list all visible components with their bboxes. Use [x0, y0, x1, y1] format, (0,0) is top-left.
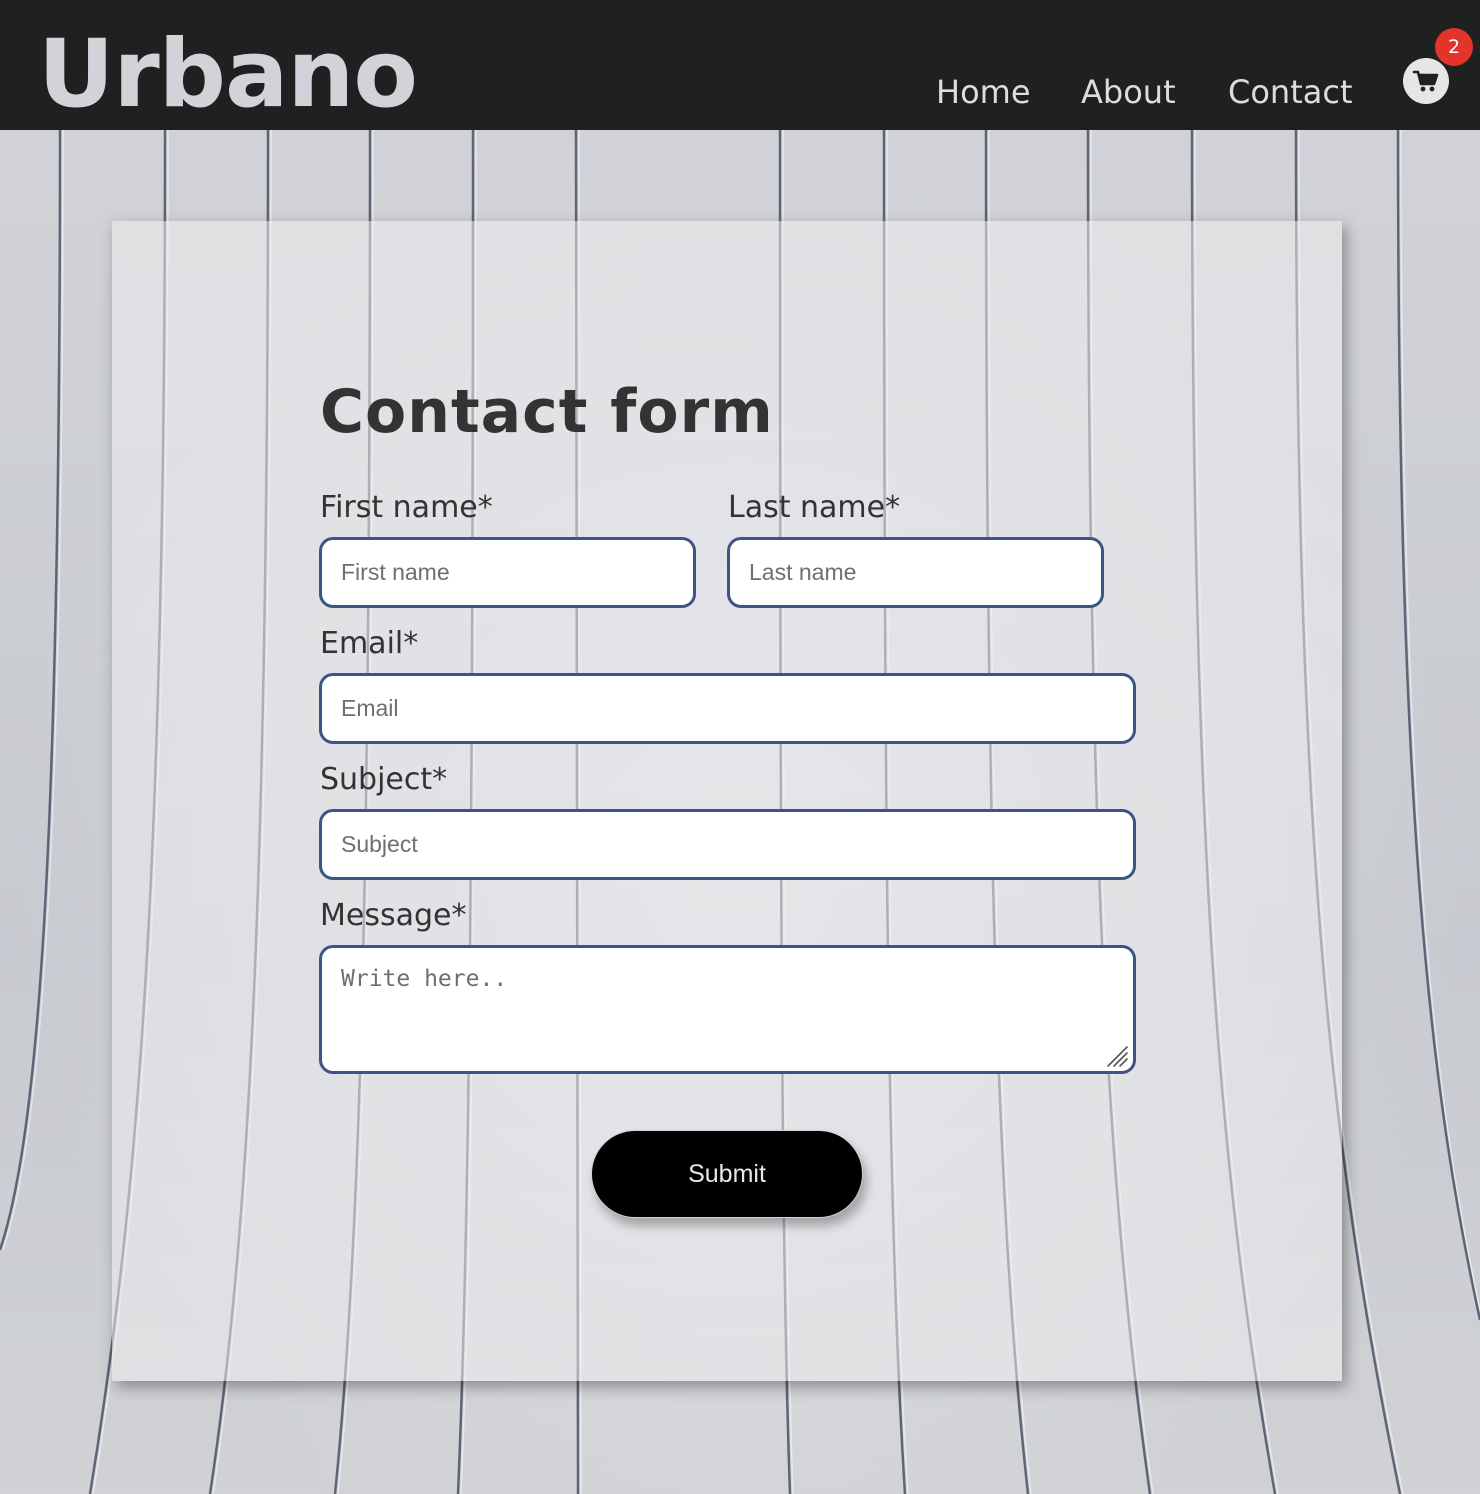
nav-home-link[interactable]: Home — [936, 70, 1031, 114]
cart-button[interactable] — [1403, 58, 1449, 104]
last-name-label: Last name* — [728, 490, 901, 525]
nav-contact-link[interactable]: Contact — [1228, 70, 1353, 114]
last-name-input[interactable] — [727, 537, 1104, 608]
message-label: Message* — [320, 898, 467, 933]
first-name-label: First name* — [320, 490, 493, 525]
email-label: Email* — [320, 626, 419, 661]
submit-button[interactable]: Submit — [591, 1130, 863, 1218]
email-input[interactable] — [319, 673, 1136, 744]
form-title: Contact form — [320, 377, 774, 447]
subject-label: Subject* — [320, 762, 448, 797]
cart-count-badge: 2 — [1435, 28, 1473, 66]
message-textarea[interactable] — [319, 945, 1136, 1074]
resize-grip-icon[interactable] — [1104, 1043, 1130, 1069]
site-logo[interactable]: Urbano — [38, 20, 418, 130]
subject-input[interactable] — [319, 809, 1136, 880]
cart-icon — [1412, 70, 1439, 92]
nav-about-link[interactable]: About — [1081, 70, 1176, 114]
first-name-input[interactable] — [319, 537, 696, 608]
